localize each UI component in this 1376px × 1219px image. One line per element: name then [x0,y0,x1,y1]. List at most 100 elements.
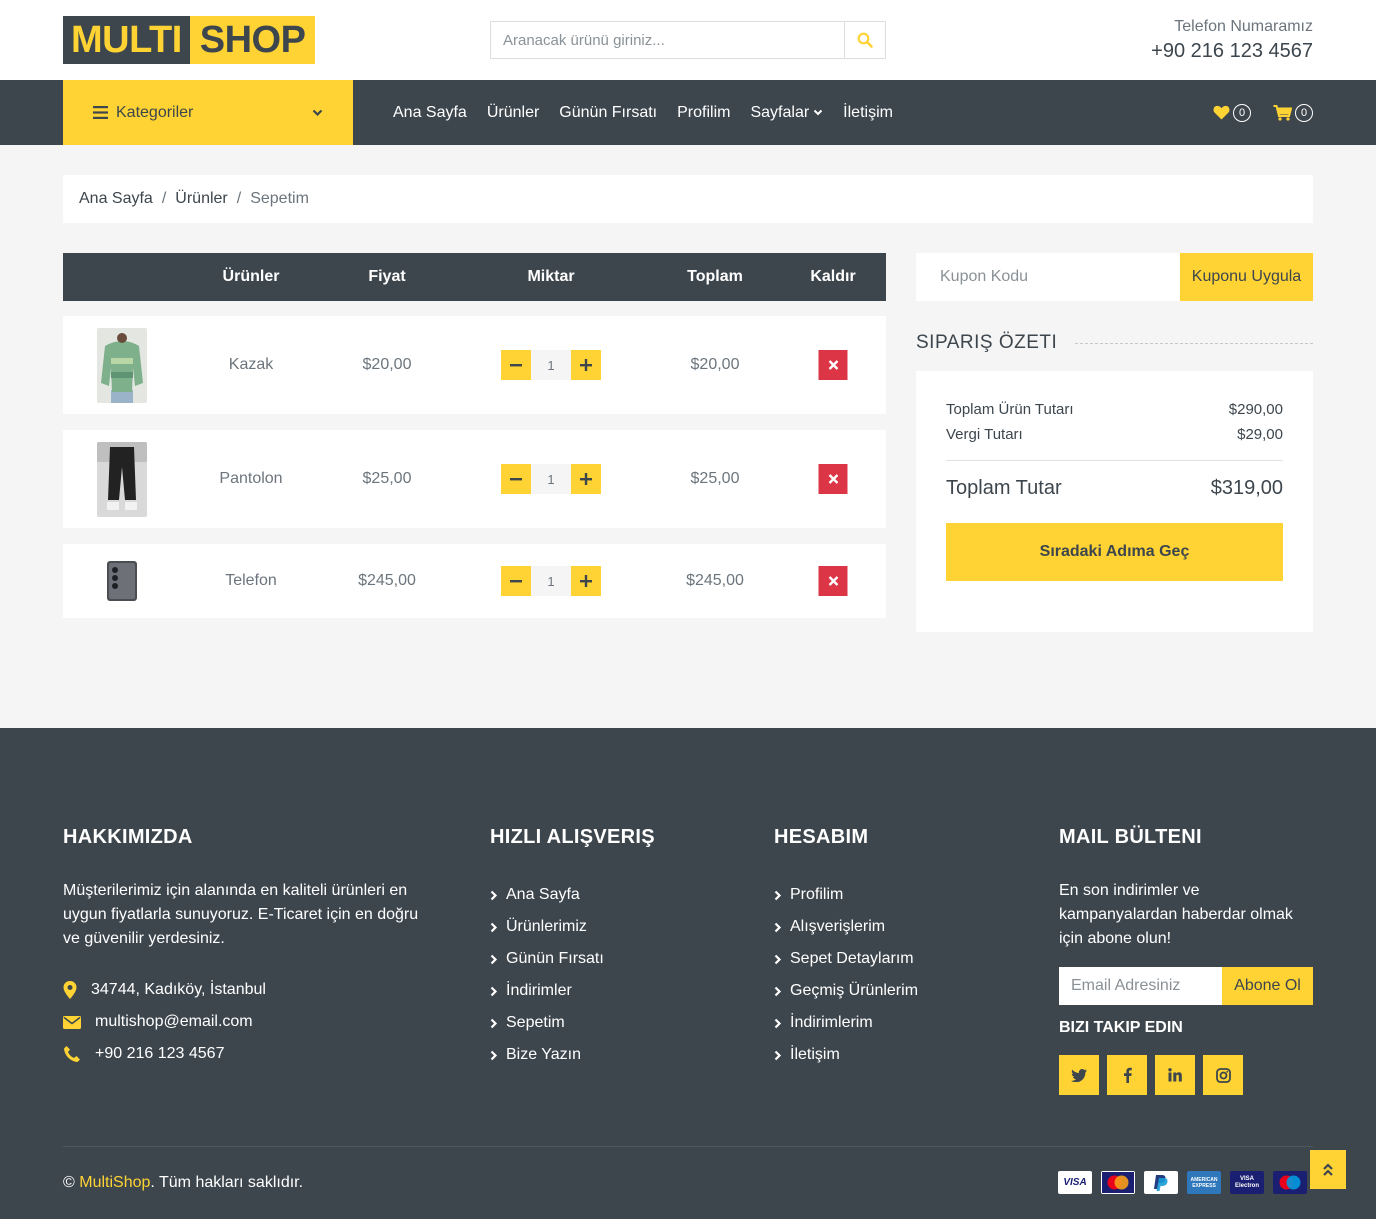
phone-icon [64,1046,80,1062]
quantity-stepper: 1 [501,316,601,414]
twitter-button[interactable] [1059,1055,1099,1095]
quantity-value[interactable]: 1 [531,464,571,494]
decrease-button[interactable] [501,350,531,380]
product-image[interactable] [97,316,147,414]
linkedin-button[interactable] [1155,1055,1195,1095]
search-bar [490,21,886,59]
nav-link-home[interactable]: Ana Sayfa [393,104,467,122]
account-link-history[interactable]: Geçmiş Ürünlerim [774,975,918,1007]
account-link-cart-details[interactable]: Sepet Detaylarım [774,943,918,975]
logo-part2: SHOP [189,16,316,64]
subtotal-row: Toplam Ürün Tutarı $290,00 [946,401,1283,418]
plus-icon [580,359,592,371]
minus-icon [510,364,522,367]
table-row: Pantolon $25,00 1 $25,00 [63,430,886,528]
account-link-discounts[interactable]: İndirimlerim [774,1007,918,1039]
total-row: Toplam Tutar $319,00 [946,477,1283,500]
remove-button[interactable] [818,566,848,596]
chevron-right-icon [490,922,498,932]
nav-link-deal[interactable]: Günün Fırsatı [559,104,657,122]
nav-icons: 0 0 [1213,80,1313,145]
cart-button[interactable]: 0 [1273,103,1313,122]
product-total: $20,00 [690,356,740,373]
contact-phone-text[interactable]: +90 216 123 4567 [95,1045,224,1063]
search-input[interactable] [491,22,844,58]
quick-link-discounts[interactable]: İndirimler [490,975,655,1007]
logo[interactable]: MULTI SHOP [63,16,316,64]
summary-divider [946,460,1283,461]
nav-link-pages[interactable]: Sayfalar [750,104,823,122]
linkedin-icon [1168,1068,1182,1082]
quick-link-products[interactable]: Ürünlerimiz [490,911,655,943]
account-link-orders[interactable]: Alışverişlerim [774,911,918,943]
account-link-contact[interactable]: İletişim [774,1039,918,1071]
bars-icon [93,106,108,119]
header-remove: Kaldır [810,268,856,285]
contact-address-text: 34744, Kadıköy, İstanbul [91,981,266,998]
back-to-top-button[interactable] [1310,1150,1346,1189]
search-button[interactable] [844,22,885,58]
top-header: MULTI SHOP Telefon Numaramız +90 216 123… [0,0,1376,80]
checkout-button[interactable]: Sıradaki Adıma Geç [946,523,1283,581]
facebook-button[interactable] [1107,1055,1147,1095]
contact-info: 34744, Kadıköy, İstanbul multishop@email… [63,974,423,1070]
facebook-icon [1123,1067,1132,1083]
breadcrumb-products[interactable]: Ürünler [175,190,227,208]
cart-table-header: Ürünler Fiyat Miktar Toplam Kaldır [63,253,886,301]
contact-email-text[interactable]: multishop@email.com [95,1013,253,1031]
categories-toggle[interactable]: Kategoriler [63,80,353,145]
apply-coupon-button[interactable]: Kuponu Uygula [1180,253,1313,301]
mastercard-logo [1102,1172,1134,1193]
plus-icon [580,473,592,485]
increase-button[interactable] [571,566,601,596]
summary-heading: SIPARIŞ ÖZETI [916,332,1313,354]
wishlist-button[interactable]: 0 [1213,103,1251,122]
tax-row: Vergi Tutarı $29,00 [946,426,1283,443]
footer-about: HAKKIMIZDA Müşterilerimiz için alanında … [63,826,423,1070]
decrease-button[interactable] [501,566,531,596]
product-image-phone [107,561,137,601]
quick-link-home[interactable]: Ana Sayfa [490,879,655,911]
quick-link-cart[interactable]: Sepetim [490,1007,655,1039]
quick-link-label: Ana Sayfa [506,886,580,903]
quick-link-contact[interactable]: Bize Yazın [490,1039,655,1071]
product-image[interactable] [97,430,147,528]
coupon-input[interactable] [916,253,1180,301]
footer-newsletter: MAIL BÜLTENI En son indirimler ve kampan… [1059,826,1313,1095]
increase-button[interactable] [571,350,601,380]
visa-electron-card-icon: VISA Electron [1230,1171,1264,1194]
product-image[interactable] [105,544,139,618]
newsletter-form: Abone Ol [1059,967,1313,1005]
subscribe-button[interactable]: Abone Ol [1222,967,1313,1005]
newsletter-email-input[interactable] [1059,967,1222,1005]
chevron-right-icon [774,986,782,996]
footer-newsletter-text: En son indirimler ve kampanyalardan habe… [1059,882,1293,947]
product-name: Telefon [225,572,277,589]
breadcrumb-home[interactable]: Ana Sayfa [79,190,153,208]
nav-link-products[interactable]: Ürünler [487,104,539,122]
account-link-profile[interactable]: Profilim [774,879,918,911]
copyright-brand[interactable]: MultiShop [79,1174,150,1191]
remove-button[interactable] [818,464,848,494]
header-products: Ürünler [222,268,280,285]
breadcrumb-current: Sepetim [250,190,309,207]
quantity-stepper: 1 [501,430,601,528]
quantity-value[interactable]: 1 [531,350,571,380]
product-total: $25,00 [690,470,740,487]
nav-link-profile[interactable]: Profilim [677,104,730,122]
instagram-button[interactable] [1203,1055,1243,1095]
logo-part1: MULTI [63,16,190,64]
increase-button[interactable] [571,464,601,494]
quantity-value[interactable]: 1 [531,566,571,596]
close-icon [828,576,838,586]
footer-divider [63,1146,1313,1147]
remove-button[interactable] [818,350,848,380]
footer-account: HESABIM Profilim Alışverişlerim Sepet De… [774,826,918,1071]
nav-link-contact[interactable]: İletişim [843,104,893,122]
cart-count: 0 [1295,103,1313,122]
total-label: Toplam Tutar [946,477,1062,499]
account-link-label: Alışverişlerim [790,918,886,935]
decrease-button[interactable] [501,464,531,494]
chevron-right-icon [774,890,782,900]
quick-link-deal[interactable]: Günün Fırsatı [490,943,655,975]
